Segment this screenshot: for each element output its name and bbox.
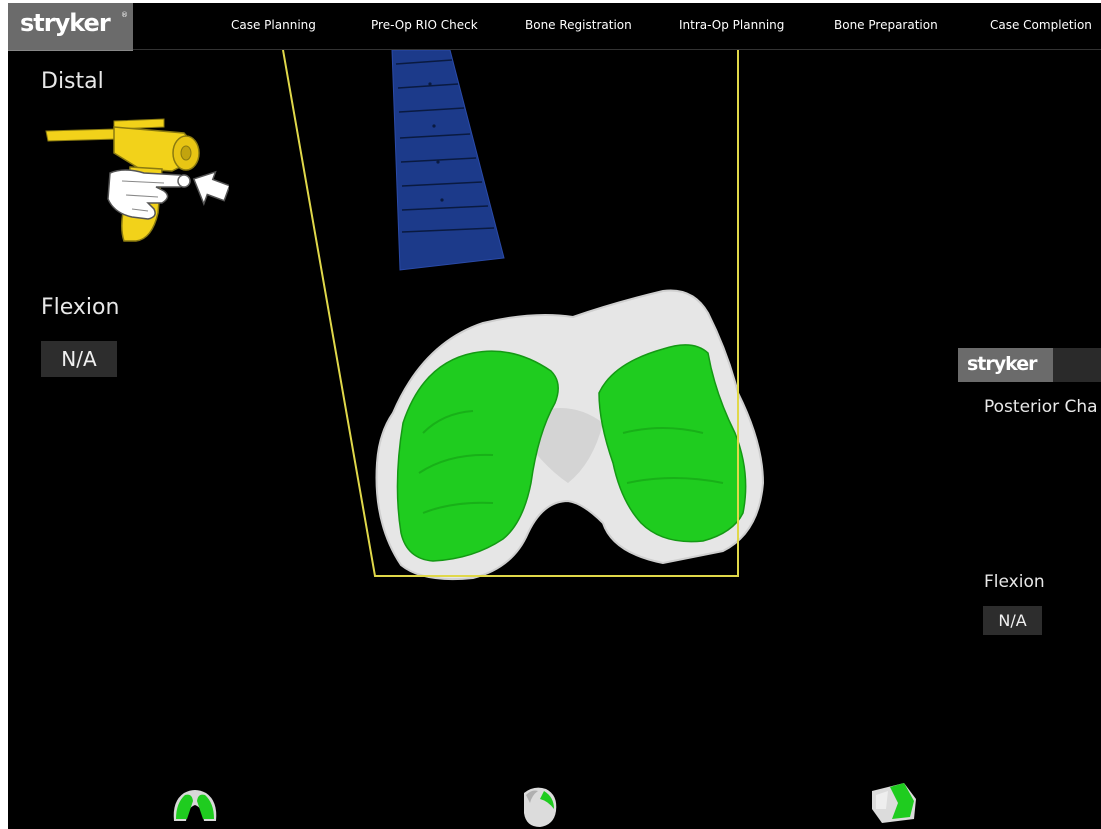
cut-boundary-outline [282, 50, 739, 577]
flexion-value: N/A [61, 347, 97, 371]
secondary-flexion-value: N/A [998, 611, 1027, 630]
logo-text: stryker [20, 9, 111, 37]
stryker-logo: stryker ® [8, 3, 133, 51]
flexion-value-box: N/A [41, 341, 117, 377]
nav-case-completion[interactable]: Case Completion [990, 18, 1092, 32]
secondary-flexion-value-box: N/A [983, 606, 1042, 635]
nav-case-planning[interactable]: Case Planning [231, 18, 316, 32]
nav-bone-preparation[interactable]: Bone Preparation [834, 18, 938, 32]
nav-bone-registration[interactable]: Bone Registration [525, 18, 632, 32]
secondary-stryker-logo: stryker [958, 348, 1053, 382]
registered-mark: ® [121, 11, 128, 19]
femur-side-view-icon[interactable] [868, 779, 920, 825]
secondary-logo-text: stryker [967, 353, 1038, 375]
secondary-panel-bar [1053, 348, 1101, 382]
nav-pre-op-rio-check[interactable]: Pre-Op RIO Check [371, 18, 478, 32]
secondary-flexion-label: Flexion [984, 572, 1045, 592]
flexion-label: Flexion [41, 295, 120, 320]
distal-label: Distal [41, 69, 104, 94]
posterior-chamfer-label: Posterior Cha [984, 397, 1098, 417]
top-navigation-bar: stryker ® Case Planning Pre-Op RIO Check… [8, 3, 1101, 51]
probe-tool-icon [45, 118, 229, 242]
femur-distal-view-icon[interactable] [518, 783, 560, 829]
surgical-screen: stryker ® Case Planning Pre-Op RIO Check… [8, 3, 1101, 829]
femur-front-view-icon[interactable] [170, 785, 220, 825]
nav-intra-op-planning[interactable]: Intra-Op Planning [679, 18, 784, 32]
